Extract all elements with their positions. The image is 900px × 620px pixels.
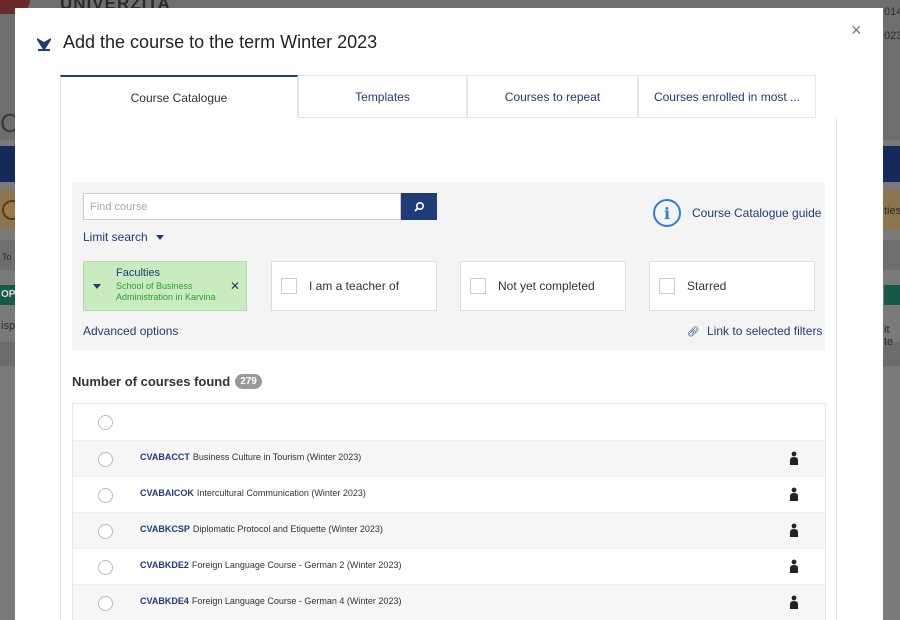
tab-templates[interactable]: Templates (298, 75, 467, 118)
course-name: Intercultural Communication (Winter 2023… (196, 488, 366, 498)
link-icon: 🔗︎ (687, 327, 700, 338)
background-text-fragment: OP (1, 289, 16, 300)
results-count-row: Number of courses found 279 (72, 374, 262, 389)
checkbox-label: Not yet completed (498, 279, 595, 293)
table-row[interactable]: CVABAICOK Intercultural Communication (Wi… (73, 477, 825, 513)
tab-courses-to-repeat[interactable]: Courses to repeat (467, 75, 638, 118)
filter-not-yet-completed[interactable]: Not yet completed (460, 261, 626, 311)
course-results-table: CVABACCT Business Culture in Tourism (Win… (72, 403, 826, 620)
background-green-tab-right (884, 285, 900, 305)
course-code: CVABKCSP (140, 524, 190, 534)
course-code: CVABAICOK (140, 488, 194, 498)
checkbox[interactable] (470, 278, 486, 294)
graduation-cap-icon (37, 38, 51, 51)
table-row[interactable]: CVABKDE4 Foreign Language Course - German… (73, 585, 825, 620)
table-header-row (73, 404, 825, 441)
background-text-fragment: ties (884, 205, 900, 217)
link-to-selected-filters[interactable]: 🔗︎ Link to selected filters (687, 324, 822, 338)
modal-title: Add the course to the term Winter 2023 (63, 32, 378, 52)
checkbox[interactable] (281, 278, 297, 294)
filter-teacher-of[interactable]: I am a teacher of (271, 261, 437, 311)
teacher-icon (790, 595, 798, 609)
advanced-options-link[interactable]: Advanced options (83, 324, 178, 338)
limit-search-label: Limit search (83, 230, 148, 244)
course-radio[interactable] (98, 452, 113, 467)
checkbox[interactable] (659, 278, 675, 294)
checkbox-label: Starred (687, 279, 727, 293)
info-icon[interactable]: i (653, 199, 681, 227)
background-text-fragment: it te (884, 324, 894, 348)
course-title[interactable]: CVABAICOK Intercultural Communication (Wi… (140, 488, 366, 498)
limit-search-toggle[interactable]: Limit search (83, 230, 165, 244)
results-count-badge: 279 (235, 374, 262, 389)
course-code: CVABKDE2 (140, 560, 189, 570)
course-title[interactable]: CVABACCT Business Culture in Tourism (Win… (140, 452, 361, 462)
search-icon (414, 201, 425, 212)
course-code: CVABACCT (140, 452, 190, 462)
table-row[interactable]: CVABACCT Business Culture in Tourism (Win… (73, 441, 825, 477)
course-title[interactable]: CVABKDE4 Foreign Language Course - German… (140, 596, 401, 606)
background-text-fragment: 014) (884, 6, 900, 18)
search-input[interactable] (84, 194, 400, 219)
search-box (83, 193, 401, 220)
teacher-icon (790, 559, 798, 573)
filter-panel: Limit search i Course Catalogue guide Fa… (72, 182, 825, 350)
course-name: Foreign Language Course - German 4 (Wint… (191, 596, 402, 606)
course-name: Diplomatic Protocol and Etiquette (Winte… (192, 524, 383, 534)
link-to-selected-filters-label: Link to selected filters (707, 324, 823, 338)
course-title[interactable]: CVABKCSP Diplomatic Protocol and Etiquett… (140, 524, 383, 534)
caret-down-icon (156, 235, 165, 241)
filter-starred[interactable]: Starred (649, 261, 815, 311)
course-name: Foreign Language Course - German 2 (Wint… (191, 560, 402, 570)
table-row[interactable]: CVABKCSP Diplomatic Protocol and Etiquett… (73, 513, 825, 549)
teacher-icon (790, 523, 798, 537)
tab-course-catalogue[interactable]: Course Catalogue (60, 75, 298, 118)
course-code: CVABKDE4 (140, 596, 189, 606)
caret-down-icon (93, 284, 101, 289)
results-count-label: Number of courses found (72, 374, 231, 389)
faculties-filter[interactable]: Faculties School of Business Administrat… (83, 261, 247, 311)
table-row[interactable]: CVABKDE2 Foreign Language Course - German… (73, 549, 825, 585)
select-all-radio[interactable] (98, 415, 113, 430)
close-icon[interactable]: × (851, 20, 862, 41)
course-radio[interactable] (98, 560, 113, 575)
course-radio[interactable] (98, 488, 113, 503)
course-radio[interactable] (98, 524, 113, 539)
course-catalogue-guide-link[interactable]: Course Catalogue guide (692, 206, 821, 220)
teacher-icon (790, 451, 798, 465)
course-radio[interactable] (98, 596, 113, 611)
tab-courses-enrolled-in-most[interactable]: Courses enrolled in most ... (638, 75, 816, 118)
teacher-icon (790, 487, 798, 501)
add-course-modal: Add the course to the term Winter 2023 ×… (15, 8, 883, 620)
faculties-filter-label: Faculties (116, 267, 161, 279)
background-text-fragment: To (2, 252, 12, 262)
background-text-fragment: 023 (884, 30, 900, 42)
search-button[interactable] (401, 193, 437, 220)
course-name: Business Culture in Tourism (Winter 2023… (192, 452, 362, 462)
background-text-fragment: isp (1, 320, 16, 332)
remove-filter-icon[interactable]: ✕ (230, 279, 240, 293)
checkbox-label: I am a teacher of (309, 279, 400, 293)
course-title[interactable]: CVABKDE2 Foreign Language Course - German… (140, 560, 401, 570)
faculties-filter-value: School of Business Administration in Kar… (116, 281, 216, 302)
